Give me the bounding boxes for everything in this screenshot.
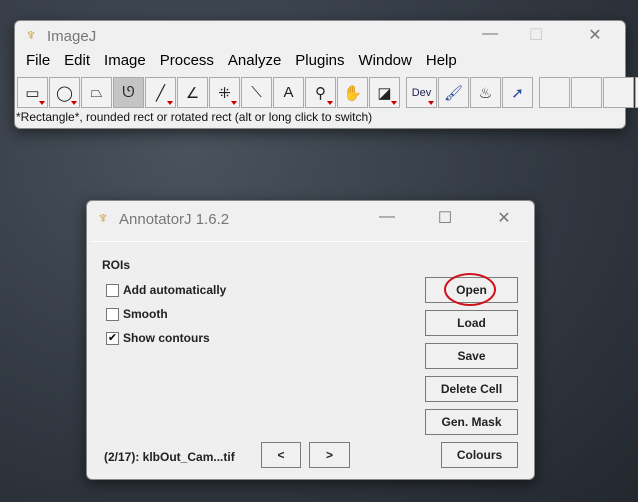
angle-tool[interactable]: ∠ [177, 77, 208, 108]
dropdown-indicator-icon [39, 101, 45, 105]
freehand-icon: ᘎ [122, 84, 135, 101]
window-title: ImageJ [47, 27, 97, 45]
polygon-tool[interactable]: ⏢ [81, 77, 112, 108]
empty-tool-slot[interactable] [571, 77, 602, 108]
wand-icon: ⟍ [251, 84, 262, 101]
save-button[interactable]: Save [425, 343, 518, 369]
arrow-icon: ➚ [511, 84, 524, 102]
brush-tool[interactable]: 🖌 [438, 77, 469, 108]
arrow-tool[interactable]: ➚ [502, 77, 533, 108]
color-picker-tool[interactable]: ◪ [369, 77, 400, 108]
dropdown-indicator-icon [327, 101, 333, 105]
magnifier-icon: ⚲ [315, 84, 326, 102]
brush-icon: 🖌 [443, 84, 464, 102]
close-button[interactable]: ✕ [489, 208, 519, 228]
checkbox-show-contours[interactable]: ✔ [106, 332, 119, 345]
highlight-circle [444, 273, 496, 306]
checkbox-add-automatically[interactable] [106, 284, 119, 297]
next-button[interactable]: > [309, 442, 350, 468]
menu-plugins[interactable]: Plugins [288, 52, 351, 69]
angle-icon: ∠ [185, 84, 200, 102]
magnifier-tool[interactable]: ⚲ [305, 77, 336, 108]
dropdown-indicator-icon [391, 101, 397, 105]
title-bar: ♆ AnnotatorJ 1.6.2 [87, 201, 534, 237]
window-title: AnnotatorJ 1.6.2 [119, 210, 230, 228]
checkbox-label[interactable]: Smooth [123, 307, 168, 321]
line-icon: ╱ [155, 84, 166, 102]
hand-tool[interactable]: ✋ [337, 77, 368, 108]
rectangle-tool[interactable]: ▭ [17, 77, 48, 108]
color-picker-icon: ◪ [377, 84, 392, 102]
minimize-button[interactable]: — [372, 208, 402, 226]
menu-window[interactable]: Window [352, 52, 419, 69]
file-label: (2/17): klbOut_Cam...tif [104, 450, 235, 464]
dropdown-indicator-icon [71, 101, 77, 105]
maximize-button[interactable]: ☐ [521, 25, 551, 45]
dropdown-indicator-icon [167, 101, 173, 105]
imagej-window: ♆ ImageJ — ☐ ✕ File Edit Image Process Analy… [14, 20, 638, 129]
multipoint-tool[interactable]: ⁜ [209, 77, 240, 108]
text-icon: A [283, 84, 294, 101]
microscope-icon: ♆ [97, 210, 109, 227]
delete-cell-button[interactable]: Delete Cell [425, 376, 518, 402]
text-tool[interactable]: A [273, 77, 304, 108]
line-tool[interactable]: ╱ [145, 77, 176, 108]
toolbar: ▭◯⏢ᘎ╱∠⁜⟍A⚲✋◪Dev🖌♨➚≫ [17, 77, 638, 108]
polygon-icon: ⏢ [90, 84, 103, 101]
menu-analyze[interactable]: Analyze [221, 52, 288, 69]
rois-label: ROIs [102, 258, 131, 272]
menu-edit[interactable]: Edit [57, 52, 97, 69]
flood-fill-icon: ♨ [478, 84, 493, 102]
wand-tool[interactable]: ⟍ [241, 77, 272, 108]
empty-tool-slot[interactable] [539, 77, 570, 108]
rectangle-icon: ▭ [25, 84, 40, 102]
dev-icon: Dev [411, 86, 432, 99]
checkbox-smooth[interactable] [106, 308, 119, 321]
minimize-button[interactable]: — [475, 25, 505, 43]
dropdown-indicator-icon [428, 101, 434, 105]
multipoint-icon: ⁜ [218, 84, 231, 102]
checkbox-label[interactable]: Show contours [123, 331, 210, 345]
oval-icon: ◯ [56, 84, 73, 102]
freehand-tool[interactable]: ᘎ [113, 77, 144, 108]
menu-process[interactable]: Process [153, 52, 221, 69]
colours-button[interactable]: Colours [441, 442, 518, 468]
flood-fill-tool[interactable]: ♨ [470, 77, 501, 108]
status-bar: *Rectangle*, rounded rect or rotated rec… [16, 110, 373, 124]
menu-bar: File Edit Image Process Analyze Plugins Window… [19, 52, 464, 69]
annotatorj-window: ♆ AnnotatorJ 1.6.2 — ☐ ✕ ROIs Add automa… [86, 200, 535, 480]
dropdown-indicator-icon [231, 101, 237, 105]
oval-tool[interactable]: ◯ [49, 77, 80, 108]
gen-mask-button[interactable]: Gen. Mask [425, 409, 518, 435]
dev-tool[interactable]: Dev [406, 77, 437, 108]
checkbox-label[interactable]: Add automatically [123, 283, 226, 297]
menu-image[interactable]: Image [97, 52, 153, 69]
previous-button[interactable]: < [261, 442, 301, 468]
load-button[interactable]: Load [425, 310, 518, 336]
close-button[interactable]: ✕ [580, 25, 610, 45]
menu-file[interactable]: File [19, 52, 57, 69]
maximize-button[interactable]: ☐ [430, 208, 460, 228]
empty-tool-slot[interactable] [603, 77, 634, 108]
menu-help[interactable]: Help [419, 52, 464, 69]
microscope-icon: ♆ [25, 27, 37, 44]
hand-icon: ✋ [343, 84, 362, 102]
